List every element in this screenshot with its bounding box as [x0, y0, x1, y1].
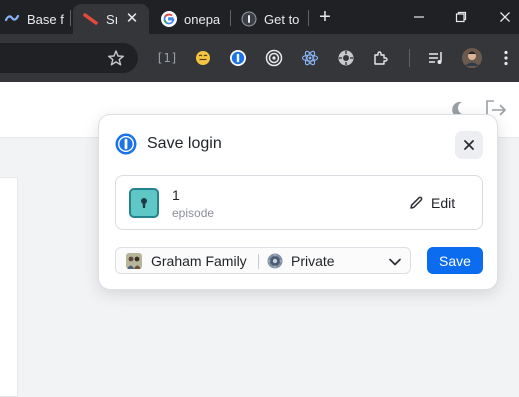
star-icon[interactable] — [106, 48, 126, 68]
gear-extension-icon[interactable] — [336, 48, 356, 68]
red-swoosh-icon — [83, 11, 99, 27]
close-window-icon[interactable] — [494, 6, 516, 28]
close-tab-icon[interactable]: ✕ — [123, 10, 141, 28]
picker-divider — [258, 254, 259, 269]
onepassword-logo-icon — [115, 133, 137, 155]
account-name: Graham Family — [151, 253, 247, 269]
react-icon[interactable] — [300, 48, 320, 68]
minimize-icon[interactable] — [408, 6, 430, 28]
bracket-1-icon[interactable]: [1] — [155, 48, 179, 68]
tab-separator — [308, 10, 309, 26]
vault-icon — [267, 253, 283, 269]
tab-title: Get to — [264, 11, 300, 27]
tab-title: Base f — [27, 11, 64, 27]
tab-separator — [230, 10, 231, 26]
edit-label: Edit — [431, 195, 456, 211]
edit-button[interactable]: Edit — [408, 193, 455, 213]
tab-active[interactable]: Sı ✕ — [73, 4, 149, 34]
close-icon — [464, 140, 474, 150]
tab-separator — [70, 10, 71, 26]
tab-onepassword[interactable]: Get to — [233, 4, 307, 34]
emoji-icon[interactable] — [193, 48, 213, 68]
account-avatar — [126, 253, 142, 269]
google-icon — [161, 11, 177, 27]
puzzle-icon[interactable] — [371, 48, 391, 68]
popup-title: Save login — [147, 135, 222, 152]
restore-icon[interactable] — [450, 6, 472, 28]
onepassword-extension-icon[interactable] — [228, 48, 248, 68]
chevron-down-icon — [388, 255, 402, 267]
onepassword-icon — [241, 11, 257, 27]
keyhole-icon — [141, 198, 147, 208]
tab-title: onepa — [184, 11, 221, 27]
more-menu-icon[interactable] — [498, 48, 514, 68]
vault-name: Private — [291, 253, 335, 269]
profile-avatar[interactable] — [462, 48, 482, 68]
page-content-card — [0, 177, 18, 397]
media-queue-icon[interactable] — [426, 48, 446, 68]
target-icon[interactable] — [264, 48, 284, 68]
toolbar-separator — [409, 49, 410, 67]
tab-base[interactable]: Base f — [0, 4, 70, 34]
save-button[interactable]: Save — [427, 247, 483, 274]
pencil-icon — [410, 196, 423, 209]
login-item-subtitle: episode — [172, 206, 215, 220]
account-vault-picker[interactable]: Graham Family Private — [115, 247, 411, 274]
tab-google[interactable]: onepa — [153, 4, 227, 34]
login-item-card: 1 episode Edit — [115, 175, 483, 230]
base-icon — [4, 11, 20, 27]
close-popup-button[interactable] — [455, 131, 483, 159]
new-tab-button[interactable]: + — [314, 6, 336, 28]
tab-title: Sı — [106, 11, 119, 27]
login-item-icon — [129, 188, 159, 218]
browser-toolbar: [1] — [0, 34, 519, 82]
browser-tab-strip: Base f Sı ✕ onepa Get to + — [0, 0, 519, 34]
login-item-title: 1 — [172, 187, 180, 203]
save-login-popup: Save login 1 episode Edit Graham Family … — [98, 114, 498, 290]
